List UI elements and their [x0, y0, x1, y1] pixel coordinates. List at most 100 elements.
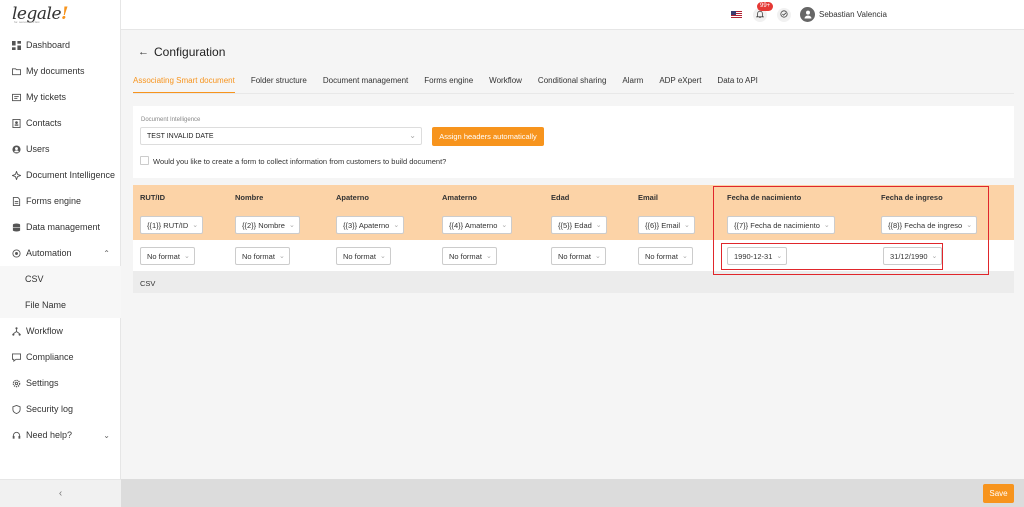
sidebar-item-label: Workflow [26, 326, 63, 336]
column-header-rut-id: RUT/ID [140, 193, 165, 202]
create-form-checkbox[interactable] [140, 156, 149, 165]
sidebar-item-dashboard[interactable]: Dashboard [0, 32, 121, 58]
sidebar-item-label: My tickets [26, 92, 67, 102]
assign-headers-button[interactable]: Assign headers automatically [432, 127, 544, 146]
sidebar-item-label: Users [26, 144, 50, 154]
document-intelligence-label: Document Intelligence [141, 117, 201, 123]
tab-conditional-sharing[interactable]: Conditional sharing [538, 76, 607, 93]
workflow-icon [12, 326, 21, 336]
sidebar-item-label: File Name [25, 300, 67, 310]
sidebar-item-need-help[interactable]: Need help? ⌄ [0, 422, 121, 448]
tasks-button[interactable] [777, 8, 791, 22]
sidebar-item-label: Security log [26, 404, 74, 414]
table-footer-label: CSV [140, 279, 156, 288]
chevron-down-icon: ⌄ [681, 253, 688, 260]
sidebar-item-document-intelligence[interactable]: Document Intelligence [0, 162, 121, 188]
sidebar-item-compliance[interactable]: Compliance [0, 344, 121, 370]
chevron-down-icon: ⌄ [594, 253, 601, 260]
format-select-amaterno[interactable]: No format ⌄ [442, 247, 497, 265]
sidebar-item-security-log[interactable]: Security log [0, 396, 121, 422]
highlight-date-formats [721, 243, 943, 270]
format-select-nombre[interactable]: No format ⌄ [235, 247, 290, 265]
avatar[interactable] [800, 7, 815, 22]
format-value: No format [558, 251, 591, 261]
sidebar-item-users[interactable]: Users [0, 136, 121, 162]
collapse-sidebar-button[interactable]: ‹ [0, 479, 121, 507]
sidebar-item-label: Data management [26, 222, 101, 232]
automation-submenu: CSV File Name [0, 266, 121, 318]
sidebar-item-label: Contacts [26, 118, 62, 128]
mapping-select-rut-id[interactable]: {{1}} RUT/ID ⌄ [140, 216, 204, 234]
tab-associating-smart-document[interactable]: Associating Smart document [133, 76, 235, 93]
format-value: No format [449, 251, 482, 261]
chevron-up-icon: ⌃ [103, 248, 110, 258]
dashboard-icon [12, 40, 21, 50]
sidebar-item-label: CSV [25, 274, 44, 284]
user-avatar-icon [803, 9, 813, 21]
mapping-value: {{4}} Amaterno [449, 220, 498, 230]
mapping-value: {{2}} Nombre [242, 220, 285, 230]
mapping-value: {{3}} Apaterno [343, 220, 390, 230]
sidebar-nav: Dashboard My documents My tickets Contac… [0, 32, 121, 448]
sidebar-item-label: Settings [26, 378, 59, 388]
tab-adp-expert[interactable]: ADP eXpert [659, 76, 701, 93]
sidebar-item-automation[interactable]: Automation ⌃ [0, 240, 121, 266]
ticket-icon [12, 93, 21, 102]
chevron-down-icon: ⌄ [684, 222, 690, 229]
chevron-down-icon: ⌄ [379, 253, 386, 260]
check-circle-icon [780, 10, 788, 20]
sidebar-item-settings[interactable]: Settings [0, 370, 121, 396]
chevron-down-icon: ⌄ [183, 253, 190, 260]
notifications-badge: 99+ [757, 2, 774, 11]
tab-folder-structure[interactable]: Folder structure [251, 76, 307, 93]
format-select-edad[interactable]: No format ⌄ [551, 247, 606, 265]
sidebar-item-my-tickets[interactable]: My tickets [0, 84, 121, 110]
sidebar-item-label: Need help? [26, 430, 73, 440]
mapping-select-amaterno[interactable]: {{4}} Amaterno ⌄ [442, 216, 513, 234]
user-name[interactable]: Sebastian Valencia [819, 10, 887, 19]
format-select-apaterno[interactable]: No format ⌄ [336, 247, 391, 265]
database-icon [12, 222, 21, 232]
mapping-select-email[interactable]: {{6}} Email ⌄ [638, 216, 695, 234]
sidebar-item-label: Document Intelligence [26, 170, 116, 180]
mapping-select-edad[interactable]: {{5}} Edad ⌄ [551, 216, 607, 234]
folder-icon [12, 67, 21, 76]
sidebar-item-forms-engine[interactable]: Forms engine [0, 188, 121, 214]
format-value: No format [645, 251, 678, 261]
column-header-edad: Edad [551, 193, 570, 202]
save-button[interactable]: Save [983, 484, 1014, 503]
format-select-rut-id[interactable]: No format ⌄ [140, 247, 195, 265]
sidebar-item-label: Automation [26, 248, 72, 258]
chevron-down-icon: ⌄ [103, 430, 110, 440]
chevron-left-icon: ‹ [58, 488, 63, 499]
document-intelligence-select[interactable]: TEST INVALID DATE ⌄ [140, 127, 422, 145]
sidebar-item-csv[interactable]: CSV [0, 266, 121, 292]
tab-alarm[interactable]: Alarm [622, 76, 643, 93]
mapping-select-nombre[interactable]: {{2}} Nombre ⌄ [235, 216, 300, 234]
sidebar-item-file-name[interactable]: File Name [0, 292, 121, 318]
sidebar-item-workflow[interactable]: Workflow [0, 318, 121, 344]
sidebar-item-data-management[interactable]: Data management [0, 214, 121, 240]
sidebar-item-contacts[interactable]: Contacts [0, 110, 121, 136]
sidebar: legale! for. secure and fast Dashboard M… [0, 0, 121, 507]
settings-icon [12, 379, 21, 388]
shield-icon [12, 404, 21, 414]
user-icon [12, 144, 21, 154]
chevron-down-icon: ⌄ [501, 222, 508, 229]
sidebar-item-my-documents[interactable]: My documents [0, 58, 121, 84]
contacts-icon [12, 118, 21, 128]
mapping-select-apaterno[interactable]: {{3}} Apaterno ⌄ [336, 216, 405, 234]
chevron-down-icon: ⌄ [595, 222, 602, 229]
tab-workflow[interactable]: Workflow [489, 76, 522, 93]
us-flag-icon[interactable] [731, 11, 742, 19]
tab-forms-engine[interactable]: Forms engine [424, 76, 473, 93]
chevron-down-icon: ⌄ [393, 222, 400, 229]
tab-data-to-api[interactable]: Data to API [717, 76, 757, 93]
document-intelligence-value: TEST INVALID DATE [147, 132, 214, 140]
chevron-down-icon: ⌄ [288, 222, 295, 229]
page-title: Configuration [154, 45, 226, 59]
format-select-email[interactable]: No format ⌄ [638, 247, 693, 265]
tab-document-management[interactable]: Document management [323, 76, 408, 93]
tabs-divider [133, 93, 1014, 94]
back-arrow-icon[interactable]: ← [138, 46, 149, 58]
